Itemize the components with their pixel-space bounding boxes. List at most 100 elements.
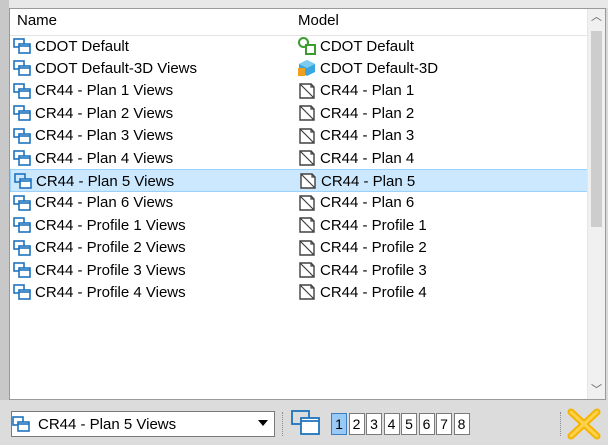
- list-item[interactable]: CR44 - Profile 2 Views CR44 - Profile 2: [10, 237, 588, 259]
- model-name: CR44 - Profile 2: [320, 239, 427, 257]
- view-button-2[interactable]: 2: [348, 413, 365, 435]
- background-window-top: [0, 0, 608, 8]
- view-name: CDOT Default-3D Views: [35, 59, 197, 77]
- saved-view-icon: [13, 217, 31, 233]
- view-button-7[interactable]: 7: [436, 413, 452, 435]
- model-name: CR44 - Profile 4: [320, 283, 427, 301]
- model-name: CR44 - Plan 5: [321, 172, 416, 190]
- view-name: CR44 - Plan 5 Views: [36, 172, 175, 190]
- list-item[interactable]: CDOT Default CDOT Default: [10, 35, 588, 57]
- sheet-model-icon: [299, 262, 315, 278]
- saved-view-icon: [13, 284, 31, 301]
- saved-view-icon: [13, 38, 31, 54]
- view-name-cell: CR44 - Plan 5 Views: [14, 170, 174, 192]
- saved-view-icon: [13, 105, 31, 121]
- list-item[interactable]: CR44 - Plan 6 Views CR44 - Plan 6: [10, 192, 588, 214]
- view-name-cell: CR44 - Profile 3 Views: [13, 259, 186, 281]
- saved-view-icon: [13, 60, 31, 77]
- model-name: CR44 - Profile 3: [320, 261, 427, 279]
- model-name: CR44 - Plan 6: [320, 194, 415, 212]
- saved-view-combo[interactable]: CR44 - Plan 5 Views: [11, 411, 275, 437]
- model-cell: CDOT Default: [298, 35, 414, 57]
- model-cell: CR44 - Plan 1: [298, 80, 414, 102]
- list-item[interactable]: CR44 - Plan 5 Views CR44 - Plan 5: [10, 169, 588, 192]
- saved-view-combo-value: CR44 - Plan 5 Views: [38, 415, 177, 433]
- model-name: CR44 - Profile 1: [320, 216, 427, 234]
- list-item[interactable]: CR44 - Plan 3 Views CR44 - Plan 3: [10, 125, 588, 147]
- list-item[interactable]: CR44 - Plan 1 Views CR44 - Plan 1: [10, 80, 588, 102]
- view-button-4[interactable]: 4: [383, 413, 400, 435]
- vertical-scrollbar[interactable]: ︿ ﹀: [587, 9, 605, 399]
- column-header-model[interactable]: Model: [298, 12, 339, 29]
- view-button-1[interactable]: 1: [331, 413, 347, 435]
- background-window-left: [0, 0, 9, 400]
- close-x-icon[interactable]: [567, 408, 601, 440]
- saved-views-list[interactable]: CDOT Default CDOT Default CDOT Default-3D …: [10, 35, 588, 399]
- column-header-name[interactable]: Name: [17, 12, 57, 29]
- view-button-8[interactable]: 8: [453, 413, 470, 435]
- view-name-cell: CR44 - Plan 2 Views: [13, 102, 173, 124]
- view-name: CR44 - Profile 4 Views: [35, 283, 186, 301]
- saved-view-icon: [14, 173, 32, 190]
- model-cell: CR44 - Profile 1: [298, 214, 427, 236]
- toolbar-separator-2: [560, 412, 564, 436]
- view-button-3[interactable]: 3: [366, 413, 382, 435]
- view-name: CR44 - Plan 2 Views: [35, 104, 174, 122]
- model-cell: CR44 - Plan 2: [298, 102, 414, 124]
- sheet-model-icon: [299, 284, 315, 301]
- list-header: Name Model: [10, 9, 588, 36]
- saved-view-icon: [13, 150, 31, 166]
- view-name-cell: CR44 - Plan 6 Views: [13, 192, 173, 214]
- saved-view-icon: [13, 127, 31, 144]
- view-name-cell: CR44 - Profile 2 Views: [13, 237, 186, 259]
- view-name-cell: CR44 - Profile 4 Views: [13, 281, 186, 303]
- model-cell: CR44 - Plan 5: [299, 170, 415, 192]
- view-windows-icon[interactable]: [291, 410, 321, 436]
- view-button-5[interactable]: 5: [401, 413, 417, 435]
- 3d-model-icon: [298, 60, 315, 77]
- view-toolbar: CR44 - Plan 5 Views 12345678: [0, 400, 608, 445]
- list-item[interactable]: CR44 - Profile 4 Views CR44 - Profile 4: [10, 281, 588, 303]
- list-item[interactable]: CR44 - Plan 2 Views CR44 - Plan 2: [10, 102, 588, 124]
- chevron-down-icon[interactable]: [258, 420, 268, 426]
- sheet-model-icon: [299, 105, 315, 121]
- list-item[interactable]: CR44 - Profile 3 Views CR44 - Profile 3: [10, 259, 588, 281]
- model-cell: CR44 - Profile 3: [298, 259, 427, 281]
- scroll-up-arrow-icon[interactable]: ︿: [588, 9, 605, 26]
- model-cell: CR44 - Plan 6: [298, 192, 414, 214]
- saved-view-icon: [13, 82, 31, 99]
- sheet-model-icon: [299, 195, 315, 211]
- view-name-cell: CR44 - Plan 1 Views: [13, 80, 173, 102]
- list-item[interactable]: CR44 - Profile 1 Views CR44 - Profile 1: [10, 214, 588, 236]
- view-name: CR44 - Plan 6 Views: [35, 194, 174, 212]
- model-name: CDOT Default-3D: [320, 59, 439, 77]
- view-name: CR44 - Plan 3 Views: [35, 127, 174, 145]
- view-name-cell: CR44 - Plan 4 Views: [13, 147, 173, 169]
- design-model-icon: [298, 37, 316, 55]
- sheet-model-icon: [299, 127, 315, 144]
- model-cell: CR44 - Profile 4: [298, 281, 427, 303]
- saved-views-dropdown[interactable]: Name Model CDOT Default CDOT Default CDOT …: [9, 8, 606, 400]
- model-cell: CR44 - Profile 2: [298, 237, 427, 259]
- model-cell: CR44 - Plan 3: [298, 125, 414, 147]
- view-button-6[interactable]: 6: [418, 413, 435, 435]
- sheet-model-icon: [300, 173, 316, 190]
- view-name: CR44 - Profile 2 Views: [35, 239, 186, 257]
- sheet-model-icon: [299, 150, 315, 166]
- scroll-down-arrow-icon[interactable]: ﹀: [588, 382, 605, 399]
- model-name: CDOT Default: [320, 37, 414, 55]
- list-item[interactable]: CR44 - Plan 4 Views CR44 - Plan 4: [10, 147, 588, 169]
- view-name: CR44 - Profile 3 Views: [35, 261, 186, 279]
- model-name: CR44 - Plan 3: [320, 127, 415, 145]
- view-name-cell: CR44 - Profile 1 Views: [13, 214, 186, 236]
- list-item[interactable]: CDOT Default-3D Views CDOT Default-3D: [10, 57, 588, 79]
- toolbar-separator: [282, 412, 286, 436]
- saved-view-icon: [12, 416, 30, 432]
- view-name-cell: CDOT Default-3D Views: [13, 57, 197, 79]
- scrollbar-thumb[interactable]: [591, 31, 602, 227]
- view-name-cell: CDOT Default: [13, 35, 129, 57]
- view-name: CR44 - Plan 4 Views: [35, 149, 174, 167]
- view-name: CR44 - Profile 1 Views: [35, 216, 186, 234]
- saved-view-icon: [13, 194, 31, 211]
- view-name: CR44 - Plan 1 Views: [35, 82, 174, 100]
